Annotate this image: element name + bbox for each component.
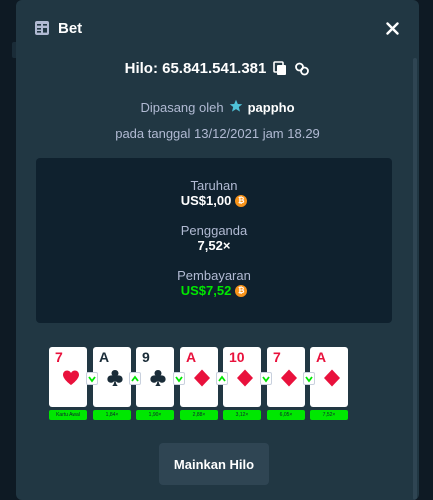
copy-button[interactable] bbox=[272, 61, 288, 77]
card-multiplier-badge: 6,05× bbox=[267, 410, 305, 420]
lower-guess-icon bbox=[86, 372, 98, 385]
multiplier-stat: Pengganda 7,52× bbox=[36, 223, 392, 254]
modal-header: Bet bbox=[16, 0, 419, 56]
playing-card: 7 bbox=[49, 347, 87, 407]
playing-card: 9 bbox=[136, 347, 174, 407]
bitcoin-icon: ₿ bbox=[235, 285, 248, 297]
lower-guess-icon bbox=[173, 372, 185, 385]
wager-value-row: US$1,00 ₿ bbox=[36, 193, 392, 209]
close-button[interactable] bbox=[383, 19, 401, 37]
payout-value-row: US$7,52 ₿ bbox=[36, 283, 392, 299]
playing-card: A bbox=[180, 347, 218, 407]
diamond-suit-icon bbox=[281, 369, 297, 387]
link-icon bbox=[295, 62, 310, 75]
diamond-suit-icon bbox=[324, 369, 340, 387]
wager-value: US$1,00 bbox=[180, 193, 232, 208]
wager-label: Taruhan bbox=[190, 178, 238, 193]
modal-title: Bet bbox=[58, 19, 83, 37]
copy-icon bbox=[273, 61, 287, 75]
card-rank: 9 bbox=[142, 349, 150, 365]
bet-date: pada tanggal 13/12/2021 jam 18.29 bbox=[115, 126, 320, 141]
bet-slip-icon bbox=[34, 20, 50, 36]
diamond-suit-icon bbox=[194, 369, 210, 387]
higher-guess-icon bbox=[129, 372, 141, 385]
vip-star-icon bbox=[229, 99, 243, 116]
lower-guess-icon bbox=[260, 372, 272, 385]
multiplier-value: 7,52× bbox=[197, 238, 231, 253]
card-multiplier-badge: 2,88× bbox=[180, 410, 218, 420]
bet-modal: Bet Hilo: 65.841.541.381 Dipasang oleh p… bbox=[16, 0, 419, 500]
payout-label: Pembayaran bbox=[177, 268, 251, 283]
payout-stat: Pembayaran US$7,52 ₿ bbox=[36, 268, 392, 299]
card-rank: 7 bbox=[55, 349, 63, 365]
card-multiplier-badge: Kartu Awal bbox=[49, 410, 87, 420]
username[interactable]: pappho bbox=[248, 100, 295, 115]
card-rank: A bbox=[186, 349, 197, 365]
placed-by-label: Dipasang oleh bbox=[140, 100, 224, 115]
club-suit-icon bbox=[150, 370, 166, 386]
card-multiplier-badge: 3,12× bbox=[223, 410, 261, 420]
playing-card: 10 bbox=[223, 347, 261, 407]
playing-card: A bbox=[93, 347, 131, 407]
card-multiplier-badge: 1,84× bbox=[93, 410, 131, 420]
lower-guess-icon bbox=[303, 372, 315, 385]
wager-stat: Taruhan US$1,00 ₿ bbox=[36, 178, 392, 209]
heart-suit-icon bbox=[63, 370, 79, 385]
higher-guess-icon bbox=[216, 372, 228, 385]
bitcoin-icon: ₿ bbox=[235, 195, 248, 207]
close-icon bbox=[385, 21, 399, 35]
multiplier-label: Pengganda bbox=[180, 223, 248, 238]
bet-id: Hilo: 65.841.541.381 bbox=[124, 60, 267, 77]
scrollbar[interactable] bbox=[413, 58, 417, 500]
card-multiplier-badge: 7,52× bbox=[310, 410, 348, 420]
card-rank: A bbox=[99, 349, 110, 365]
bet-stats-panel: Taruhan US$1,00 ₿ Pengganda 7,52× Pembay… bbox=[36, 158, 392, 323]
bet-id-row: Hilo: 65.841.541.381 bbox=[16, 60, 419, 77]
playing-card: 7 bbox=[267, 347, 305, 407]
play-hilo-button[interactable]: Mainkan Hilo bbox=[159, 443, 269, 485]
placed-by-line: Dipasang oleh pappho bbox=[16, 99, 419, 116]
card-history: 7 Kartu Awal A 1,84× 9 1,90× A 2,88× 10 3,12× 7 6,0… bbox=[49, 347, 349, 421]
card-rank: 7 bbox=[273, 349, 281, 365]
payout-value: US$7,52 bbox=[180, 283, 232, 298]
playing-card: A bbox=[310, 347, 348, 407]
diamond-suit-icon bbox=[237, 369, 253, 387]
share-link-button[interactable] bbox=[294, 61, 310, 77]
card-rank: A bbox=[316, 349, 327, 365]
club-suit-icon bbox=[107, 370, 123, 386]
card-multiplier-badge: 1,90× bbox=[136, 410, 174, 420]
card-rank: 10 bbox=[229, 349, 245, 365]
